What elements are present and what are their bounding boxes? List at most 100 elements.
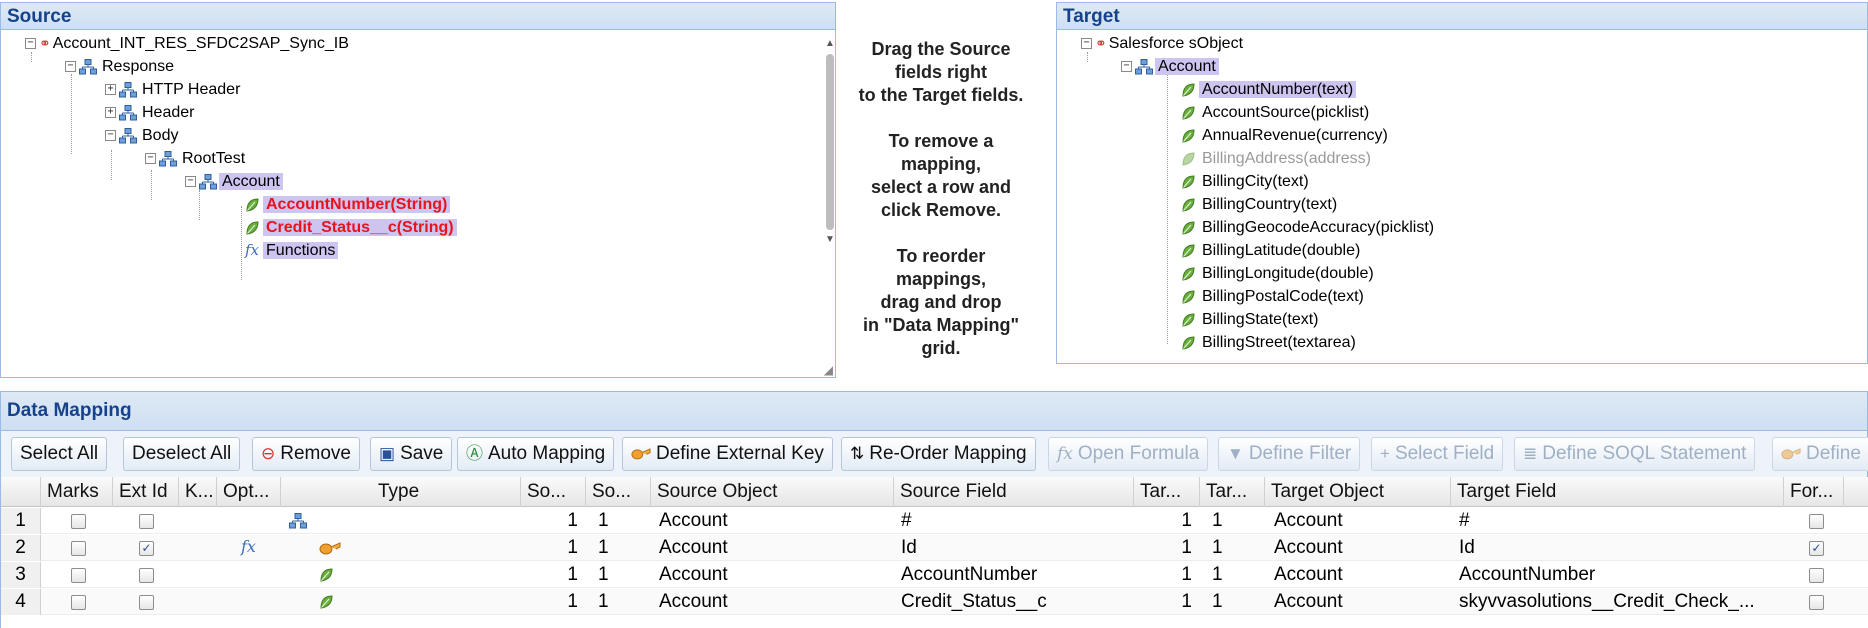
tree-node-account[interactable]: − Account: [185, 170, 283, 193]
table-row[interactable]: 1 1 1 Account # 1 1 Account #: [1, 508, 1868, 534]
tree-node-response[interactable]: − Response: [65, 55, 177, 78]
formula-checkbox[interactable]: [1809, 514, 1824, 529]
leaf-icon: [1181, 221, 1195, 235]
tree-node-account-number[interactable]: AccountNumber(String): [245, 193, 451, 216]
function-icon: fx: [241, 537, 256, 556]
target-field[interactable]: BillingLatitude(double): [1181, 239, 1363, 262]
marks-checkbox[interactable]: [71, 595, 86, 610]
col-opt[interactable]: Opt...: [217, 477, 281, 507]
collapse-icon[interactable]: −: [105, 130, 116, 142]
col-source-2[interactable]: So...: [586, 477, 651, 507]
col-source-1[interactable]: So...: [521, 477, 586, 507]
target-field[interactable]: BillingPostalCode(text): [1181, 285, 1367, 308]
col-k[interactable]: K...: [179, 477, 217, 507]
col-target-object[interactable]: Target Object: [1265, 477, 1451, 507]
save-button[interactable]: ▣ Save: [370, 437, 453, 471]
col-type[interactable]: Type: [281, 477, 521, 507]
tree-node-functions[interactable]: fx Functions: [245, 239, 339, 262]
define-filter-button[interactable]: ▼ Define Filter: [1218, 437, 1361, 471]
select-field-button[interactable]: + Select Field: [1371, 437, 1504, 471]
define-soql-button[interactable]: ≣ Define SOQL Statement: [1514, 437, 1756, 471]
tree-node-roottest[interactable]: − RootTest: [145, 147, 248, 170]
marks-checkbox[interactable]: [71, 514, 86, 529]
ext-id-checkbox[interactable]: [139, 514, 154, 529]
expand-icon[interactable]: +: [105, 107, 116, 119]
col-source-field[interactable]: Source Field: [894, 477, 1134, 507]
ext-id-checkbox[interactable]: [139, 595, 154, 610]
scroll-up-icon[interactable]: ▲: [825, 38, 835, 49]
target-field[interactable]: BillingCountry(text): [1181, 193, 1340, 216]
table-row[interactable]: 2 ✓ fx 1 1 Account Id 1 1 Account Id ✓: [1, 535, 1868, 561]
tree-node-header[interactable]: + Header: [105, 101, 197, 124]
collapse-icon[interactable]: −: [65, 61, 76, 73]
target-count: 1: [1212, 510, 1223, 531]
leaf-icon: [1181, 244, 1195, 258]
target-field[interactable]: BillingGeocodeAccuracy(picklist): [1181, 216, 1437, 239]
collapse-icon[interactable]: −: [185, 176, 196, 188]
leaf-icon: [1181, 313, 1195, 327]
tree-node-root[interactable]: − ⚭ Account_INT_RES_SFDC2SAP_Sync_IB: [25, 32, 352, 55]
collapse-icon[interactable]: −: [145, 153, 156, 165]
col-target-field[interactable]: Target Field: [1451, 477, 1784, 507]
resize-handle-icon[interactable]: ◢: [824, 363, 833, 377]
target-field[interactable]: BillingLongitude(double): [1181, 262, 1377, 285]
formula-checkbox-checked[interactable]: ✓: [1809, 541, 1824, 556]
col-target-2[interactable]: Tar...: [1200, 477, 1265, 507]
deselect-all-button[interactable]: Deselect All: [123, 437, 241, 471]
col-source-object[interactable]: Source Object: [651, 477, 894, 507]
formula-checkbox[interactable]: [1809, 568, 1824, 583]
auto-mapping-button[interactable]: Ⓐ Auto Mapping: [457, 437, 615, 471]
col-formula[interactable]: For...: [1784, 477, 1844, 507]
tree-node-http-header[interactable]: + HTTP Header: [105, 78, 243, 101]
target-count: 1: [1212, 564, 1223, 585]
row-number: 1: [1, 508, 41, 534]
structure-icon: [119, 82, 137, 98]
source-object: Account: [659, 591, 728, 612]
collapse-icon[interactable]: −: [1081, 38, 1092, 50]
row-number: 4: [1, 589, 41, 615]
tree-node-target-account[interactable]: − Account: [1121, 55, 1219, 78]
source-field: Id: [901, 537, 917, 558]
scroll-down-icon[interactable]: ▼: [825, 234, 835, 245]
target-field[interactable]: BillingStreet(textarea): [1181, 331, 1359, 354]
target-field[interactable]: AccountSource(picklist): [1181, 101, 1372, 124]
ext-id-checkbox[interactable]: [139, 568, 154, 583]
source-field: AccountNumber: [901, 564, 1038, 585]
select-all-button[interactable]: Select All: [11, 437, 108, 471]
table-row[interactable]: 3 1 1 Account AccountNumber 1 1 Account …: [1, 562, 1868, 588]
tree-node-credit-status[interactable]: Credit_Status__c(String): [245, 216, 457, 239]
collapse-icon[interactable]: −: [1121, 61, 1132, 73]
leaf-icon: [1181, 106, 1195, 120]
col-target-1[interactable]: Tar...: [1134, 477, 1200, 507]
instructions-remove: To remove a mapping, select a row and click…: [870, 131, 1012, 220]
marks-checkbox[interactable]: [71, 541, 86, 556]
data-mapping-header: Data Mapping: [0, 391, 1868, 431]
formula-checkbox[interactable]: [1809, 595, 1824, 610]
function-icon: fx: [245, 241, 260, 259]
source-scrollbar[interactable]: ▲ ▼: [823, 38, 835, 252]
grid-header: Marks Ext Id K... Opt... Type So... So..…: [1, 477, 1868, 507]
col-ext-id[interactable]: Ext Id: [113, 477, 179, 507]
structure-icon: [119, 105, 137, 121]
target-field[interactable]: AnnualRevenue(currency): [1181, 124, 1391, 147]
marks-checkbox[interactable]: [71, 568, 86, 583]
target-field[interactable]: AccountNumber(text): [1181, 78, 1357, 101]
instructions-reorder: To reorder mappings, drag and drop in "Data…: [862, 246, 1020, 358]
open-formula-button[interactable]: fx Open Formula: [1048, 437, 1209, 471]
tree-node-body[interactable]: − Body: [105, 124, 181, 147]
target-field[interactable]: BillingState(text): [1181, 308, 1322, 331]
collapse-icon[interactable]: −: [25, 38, 36, 50]
remove-button[interactable]: ⊖ Remove: [252, 437, 360, 471]
define-more-button[interactable]: Define I: [1772, 437, 1868, 471]
reorder-mapping-button[interactable]: ⇅ Re-Order Mapping: [841, 437, 1036, 471]
expand-icon[interactable]: +: [105, 84, 116, 96]
scroll-thumb[interactable]: [826, 54, 834, 230]
auto-mapping-icon: Ⓐ: [466, 444, 483, 463]
target-field[interactable]: BillingCity(text): [1181, 170, 1312, 193]
col-marks[interactable]: Marks: [41, 477, 113, 507]
table-row[interactable]: 4 1 1 Account Credit_Status__c 1 1 Accou…: [1, 589, 1868, 615]
define-external-key-button[interactable]: Define External Key: [622, 437, 833, 471]
structure-icon: [1135, 59, 1153, 75]
ext-id-checkbox-checked[interactable]: ✓: [139, 541, 154, 556]
tree-node-salesforce-sobject[interactable]: − ⚭ Salesforce sObject: [1081, 32, 1246, 55]
